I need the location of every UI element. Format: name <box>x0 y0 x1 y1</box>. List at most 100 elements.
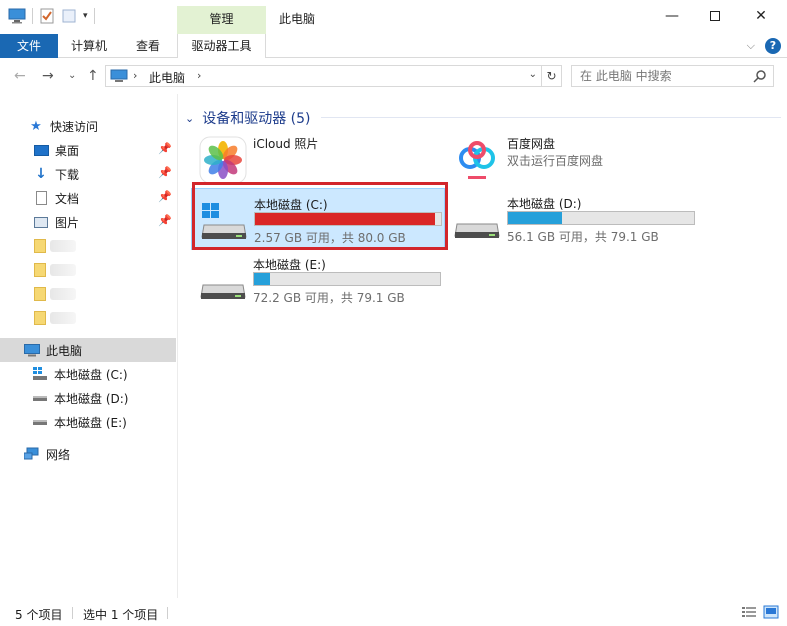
highlight-box <box>192 182 448 250</box>
customize-dropdown-icon[interactable]: ▾ <box>83 11 88 21</box>
tab-drive-tools[interactable]: 驱动器工具 <box>177 34 266 58</box>
refresh-icon[interactable]: ↻ <box>541 66 561 86</box>
drive-icon <box>200 284 246 299</box>
address-bar[interactable]: › 此电脑 › ⌄ ↻ <box>105 65 562 87</box>
group-header-devices[interactable]: ⌄ 设备和驱动器 (5) <box>185 108 311 128</box>
nav-drive-e[interactable]: 本地磁盘 (E:) <box>0 410 176 434</box>
close-icon: ✕ <box>755 8 767 24</box>
maximize-icon <box>710 11 720 21</box>
tile-free-space: 72.2 GB 可用，共 79.1 GB <box>253 291 405 305</box>
storage-bar <box>253 272 441 286</box>
up-arrow-icon[interactable]: ↑ <box>87 68 99 84</box>
status-selected-count: 选中 1 个项目 <box>83 608 159 622</box>
folder-icon <box>34 287 46 301</box>
tile-name: 本地磁盘 (E:) <box>253 258 326 272</box>
search-box[interactable] <box>571 65 774 87</box>
folder-icon <box>34 263 46 277</box>
help-icon[interactable]: ? <box>765 38 781 54</box>
baidu-netdisk-icon <box>454 137 500 183</box>
nav-folder-blurred[interactable] <box>0 282 176 306</box>
pin-icon[interactable]: 📌 <box>158 142 172 155</box>
tile-drive-d[interactable]: 本地磁盘 (D:) 56.1 GB 可用，共 79.1 GB <box>445 188 699 250</box>
collapse-chevron-icon[interactable]: ⌄ <box>185 112 194 125</box>
navigation-bar: ← → ⌄ ↑ › 此电脑 › ⌄ ↻ <box>0 58 787 94</box>
folder-icon <box>34 311 46 325</box>
new-folder-icon[interactable] <box>61 8 77 24</box>
search-input[interactable] <box>572 66 747 86</box>
blurred-label <box>50 288 76 300</box>
nav-this-pc[interactable]: 此电脑 <box>0 338 176 362</box>
search-icon[interactable] <box>753 69 767 83</box>
window-title: 此电脑 <box>279 12 316 26</box>
breadcrumb-chevron-icon[interactable]: › <box>197 69 201 82</box>
star-icon: ★ <box>30 118 42 134</box>
tile-drive-e[interactable]: 本地磁盘 (E:) 72.2 GB 可用，共 79.1 GB <box>191 249 445 311</box>
download-icon: ↓ <box>35 166 47 182</box>
nav-drive-d[interactable]: 本地磁盘 (D:) <box>0 386 176 410</box>
separator <box>93 8 95 24</box>
forward-arrow-icon[interactable]: → <box>42 68 54 84</box>
nav-network-label: 网络 <box>46 447 71 462</box>
group-divider <box>321 117 781 118</box>
view-switcher <box>741 605 779 619</box>
nav-folder-blurred[interactable] <box>0 258 176 282</box>
folder-icon <box>34 239 46 253</box>
nav-drive-c-label: 本地磁盘 (C:) <box>54 367 128 382</box>
nav-quick-access[interactable]: ★ 快速访问 <box>0 114 176 138</box>
properties-icon[interactable] <box>39 8 55 24</box>
storage-bar <box>507 211 695 225</box>
tile-name: 百度网盘 <box>507 137 556 151</box>
pin-icon[interactable]: 📌 <box>158 166 172 179</box>
pin-icon[interactable]: 📌 <box>158 190 172 203</box>
status-separator <box>72 607 73 619</box>
ribbon-tabs: 文件 计算机 查看 驱动器工具 ⌵ ? <box>0 34 787 58</box>
minimize-button[interactable]: — <box>651 0 693 32</box>
nav-folder-blurred[interactable] <box>0 234 176 258</box>
tile-baidu-netdisk[interactable]: 百度网盘 双击运行百度网盘 <box>445 128 695 190</box>
nav-desktop[interactable]: 桌面 📌 <box>0 138 176 162</box>
computer-icon[interactable] <box>8 8 26 24</box>
pin-icon[interactable]: 📌 <box>158 214 172 227</box>
context-group-manage[interactable]: 管理 <box>177 6 266 34</box>
back-arrow-icon[interactable]: ← <box>14 68 26 84</box>
tab-file[interactable]: 文件 <box>0 34 58 58</box>
address-dropdown-icon[interactable]: ⌄ <box>529 69 537 80</box>
breadcrumb-this-pc[interactable]: 此电脑 <box>149 69 185 86</box>
title-bar: ▾ 管理 此电脑 — ✕ <box>0 0 787 34</box>
blurred-label <box>50 264 76 276</box>
breadcrumb-chevron-icon[interactable]: › <box>133 69 137 82</box>
minimize-icon: — <box>665 8 679 24</box>
nav-pictures[interactable]: 图片 📌 <box>0 210 176 234</box>
large-icons-view-icon[interactable] <box>763 605 779 619</box>
nav-drive-c[interactable]: 本地磁盘 (C:) <box>0 362 176 386</box>
expand-ribbon-icon[interactable]: ⌵ <box>747 39 755 53</box>
tile-icloud-photos[interactable]: iCloud 照片 <box>191 128 441 190</box>
drive-icon <box>32 414 48 430</box>
recent-locations-chevron-icon[interactable]: ⌄ <box>68 70 76 81</box>
details-view-icon[interactable] <box>741 605 757 619</box>
tile-name: iCloud 照片 <box>253 137 319 151</box>
tab-view[interactable]: 查看 <box>136 34 160 58</box>
nav-desktop-label: 桌面 <box>55 143 80 158</box>
navigation-pane: ★ 快速访问 桌面 📌 ↓ 下载 📌 文档 📌 图片 📌 此电脑 本地磁盘 (C… <box>0 94 178 598</box>
nav-pictures-label: 图片 <box>55 215 80 230</box>
status-separator <box>167 607 168 619</box>
storage-bar-fill <box>508 212 562 224</box>
nav-downloads-label: 下载 <box>55 167 80 182</box>
quick-access-toolbar: ▾ <box>8 8 95 24</box>
separator <box>32 8 33 24</box>
nav-drive-d-label: 本地磁盘 (D:) <box>54 391 129 406</box>
icloud-photos-icon <box>199 136 247 184</box>
nav-this-pc-label: 此电脑 <box>46 343 83 358</box>
close-button[interactable]: ✕ <box>740 0 782 32</box>
nav-downloads[interactable]: ↓ 下载 📌 <box>0 162 176 186</box>
nav-network[interactable]: 网络 <box>0 442 176 466</box>
storage-bar-fill <box>254 273 271 285</box>
drive-icon <box>454 223 500 238</box>
nav-documents-label: 文档 <box>55 191 80 206</box>
tile-free-space: 56.1 GB 可用，共 79.1 GB <box>507 230 659 244</box>
maximize-button[interactable] <box>694 0 736 32</box>
nav-documents[interactable]: 文档 📌 <box>0 186 176 210</box>
nav-folder-blurred[interactable] <box>0 306 176 330</box>
tab-computer[interactable]: 计算机 <box>71 34 107 58</box>
